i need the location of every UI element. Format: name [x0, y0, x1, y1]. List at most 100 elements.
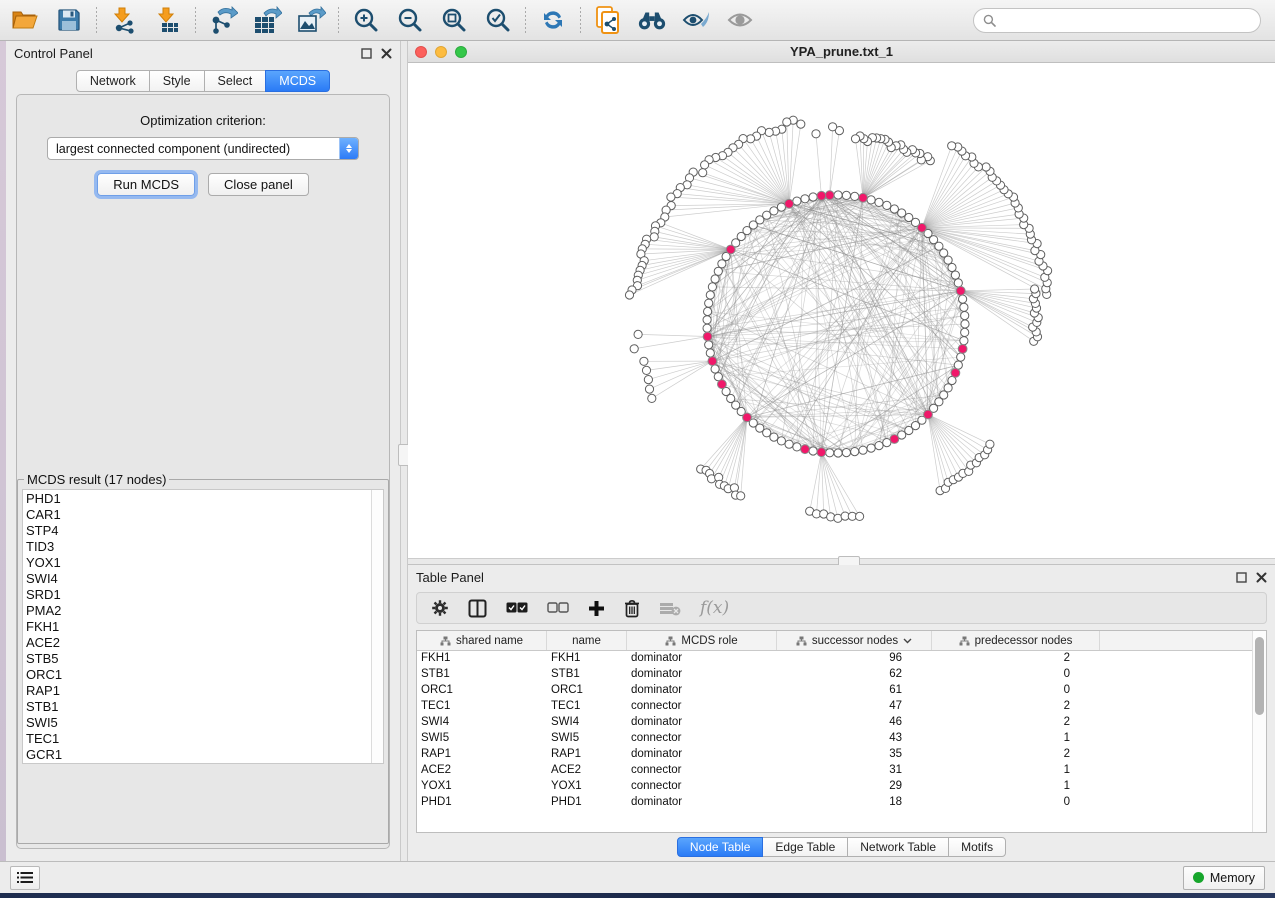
- table-panel-title: Table Panel: [416, 570, 484, 585]
- column-header-MCDS-role[interactable]: MCDS role: [627, 631, 777, 650]
- mcds-result-listbox[interactable]: PHD1CAR1STP4TID3YOX1SWI4SRD1PMA2FKH1ACE2…: [22, 489, 384, 764]
- search-text-input[interactable]: [1001, 12, 1251, 28]
- table-header-row: shared namenameMCDS rolesuccessor nodes p…: [417, 631, 1252, 651]
- mcds-result-item[interactable]: SWI4: [26, 571, 371, 587]
- memory-button[interactable]: Memory: [1183, 866, 1265, 890]
- graph-node: [834, 449, 842, 457]
- new-network-from-selection-icon[interactable]: [593, 5, 623, 35]
- deselect-all-icon[interactable]: [547, 602, 569, 614]
- table-cell: dominator: [627, 651, 777, 667]
- close-panel-icon[interactable]: [381, 48, 392, 59]
- tab-network-table[interactable]: Network Table: [847, 837, 949, 857]
- mcds-result-item[interactable]: FKH1: [26, 619, 371, 635]
- graph-node: [867, 196, 875, 204]
- table-row[interactable]: SWI5SWI5connector431: [417, 731, 1252, 747]
- vertical-splitter[interactable]: [400, 41, 408, 861]
- graph-node: [785, 440, 793, 448]
- graph-node: [783, 118, 791, 126]
- delete-column-trash-icon[interactable]: [624, 599, 640, 618]
- mcds-result-item[interactable]: ORC1: [26, 667, 371, 683]
- tab-node-table[interactable]: Node Table: [677, 837, 764, 857]
- tab-edge-table[interactable]: Edge Table: [762, 837, 848, 857]
- tab-mcds[interactable]: MCDS: [265, 70, 330, 92]
- tab-select[interactable]: Select: [204, 70, 267, 92]
- network-canvas[interactable]: [408, 63, 1275, 558]
- optimization-criterion-select[interactable]: largest connected component (undirected): [47, 137, 359, 160]
- mcds-result-item[interactable]: PHD1: [26, 491, 371, 507]
- tab-style[interactable]: Style: [149, 70, 205, 92]
- mcds-result-item[interactable]: STB1: [26, 699, 371, 715]
- graph-node: [809, 193, 817, 201]
- column-header-successor-nodes[interactable]: successor nodes: [777, 631, 932, 650]
- graph-node: [705, 299, 713, 307]
- graph-node: [770, 433, 778, 441]
- graph-node: [859, 446, 867, 454]
- table-row[interactable]: RAP1RAP1dominator352: [417, 747, 1252, 763]
- mcds-result-item[interactable]: ACE2: [26, 635, 371, 651]
- table-row[interactable]: PHD1PHD1dominator180: [417, 795, 1252, 811]
- graph-node: [625, 291, 633, 299]
- table-row[interactable]: ACE2ACE2connector311: [417, 763, 1252, 779]
- table-row[interactable]: STB1STB1dominator620: [417, 667, 1252, 683]
- close-panel-icon[interactable]: [1256, 572, 1267, 583]
- export-network-icon[interactable]: [208, 5, 238, 35]
- graph-node: [834, 191, 842, 199]
- column-header-label: predecessor nodes: [975, 635, 1073, 647]
- open-session-icon[interactable]: [10, 5, 40, 35]
- memory-label: Memory: [1210, 871, 1255, 885]
- table-settings-gear-icon[interactable]: [431, 599, 449, 617]
- save-session-icon[interactable]: [54, 5, 84, 35]
- show-column-panel-icon[interactable]: [468, 599, 487, 618]
- import-network-icon[interactable]: [109, 5, 139, 35]
- zoom-fit-icon[interactable]: [439, 5, 469, 35]
- toolbar-separator: [580, 7, 581, 33]
- apply-preferred-layout-icon[interactable]: [538, 5, 568, 35]
- graph-node: [842, 449, 850, 457]
- column-header-predecessor-nodes[interactable]: predecessor nodes: [932, 631, 1100, 650]
- network-window-titlebar[interactable]: YPA_prune.txt_1: [408, 41, 1275, 63]
- mcds-result-item[interactable]: TID3: [26, 539, 371, 555]
- column-header-shared-name[interactable]: shared name: [417, 631, 547, 650]
- table-cell: dominator: [627, 667, 777, 683]
- close-panel-button[interactable]: Close panel: [208, 173, 309, 196]
- mcds-result-item[interactable]: RAP1: [26, 683, 371, 699]
- float-panel-icon[interactable]: [1236, 572, 1247, 583]
- mcds-result-item[interactable]: STP4: [26, 523, 371, 539]
- run-mcds-button[interactable]: Run MCDS: [97, 173, 195, 196]
- table-row[interactable]: FKH1FKH1dominator962: [417, 651, 1252, 667]
- tab-network[interactable]: Network: [76, 70, 150, 92]
- table-row[interactable]: ORC1ORC1dominator610: [417, 683, 1252, 699]
- first-neighbors-icon[interactable]: [637, 5, 667, 35]
- float-panel-icon[interactable]: [361, 48, 372, 59]
- table-row[interactable]: TEC1TEC1connector472: [417, 699, 1252, 715]
- zoom-in-icon[interactable]: [351, 5, 381, 35]
- table-row[interactable]: SWI4SWI4dominator462: [417, 715, 1252, 731]
- table-scrollbar-thumb[interactable]: [1255, 637, 1264, 715]
- mcds-result-item[interactable]: SWI5: [26, 715, 371, 731]
- export-image-icon[interactable]: [296, 5, 326, 35]
- mcds-result-item[interactable]: YOX1: [26, 555, 371, 571]
- column-header-name[interactable]: name: [547, 631, 627, 650]
- horizontal-splitter[interactable]: [408, 558, 1275, 565]
- show-all-icon[interactable]: [725, 5, 755, 35]
- zoom-selected-icon[interactable]: [483, 5, 513, 35]
- mcds-result-item[interactable]: GCR1: [26, 747, 371, 763]
- mcds-result-item[interactable]: SRD1: [26, 587, 371, 603]
- select-all-icon[interactable]: [506, 602, 528, 614]
- search-input[interactable]: [973, 8, 1261, 33]
- zoom-out-icon[interactable]: [395, 5, 425, 35]
- table-row[interactable]: YOX1YOX1connector291: [417, 779, 1252, 795]
- mcds-result-item[interactable]: STB5: [26, 651, 371, 667]
- mcds-result-item[interactable]: PMA2: [26, 603, 371, 619]
- add-column-icon[interactable]: [588, 600, 605, 617]
- mcds-list-scrollbar[interactable]: [371, 490, 383, 763]
- graph-selected-node: [918, 223, 927, 232]
- task-history-button[interactable]: [10, 866, 40, 890]
- hide-selection-icon[interactable]: [681, 5, 711, 35]
- mcds-result-item[interactable]: TEC1: [26, 731, 371, 747]
- import-table-icon[interactable]: [153, 5, 183, 35]
- mcds-result-item[interactable]: CAR1: [26, 507, 371, 523]
- table-scrollbar[interactable]: [1252, 631, 1266, 832]
- tab-motifs[interactable]: Motifs: [948, 837, 1006, 857]
- export-table-icon[interactable]: [252, 5, 282, 35]
